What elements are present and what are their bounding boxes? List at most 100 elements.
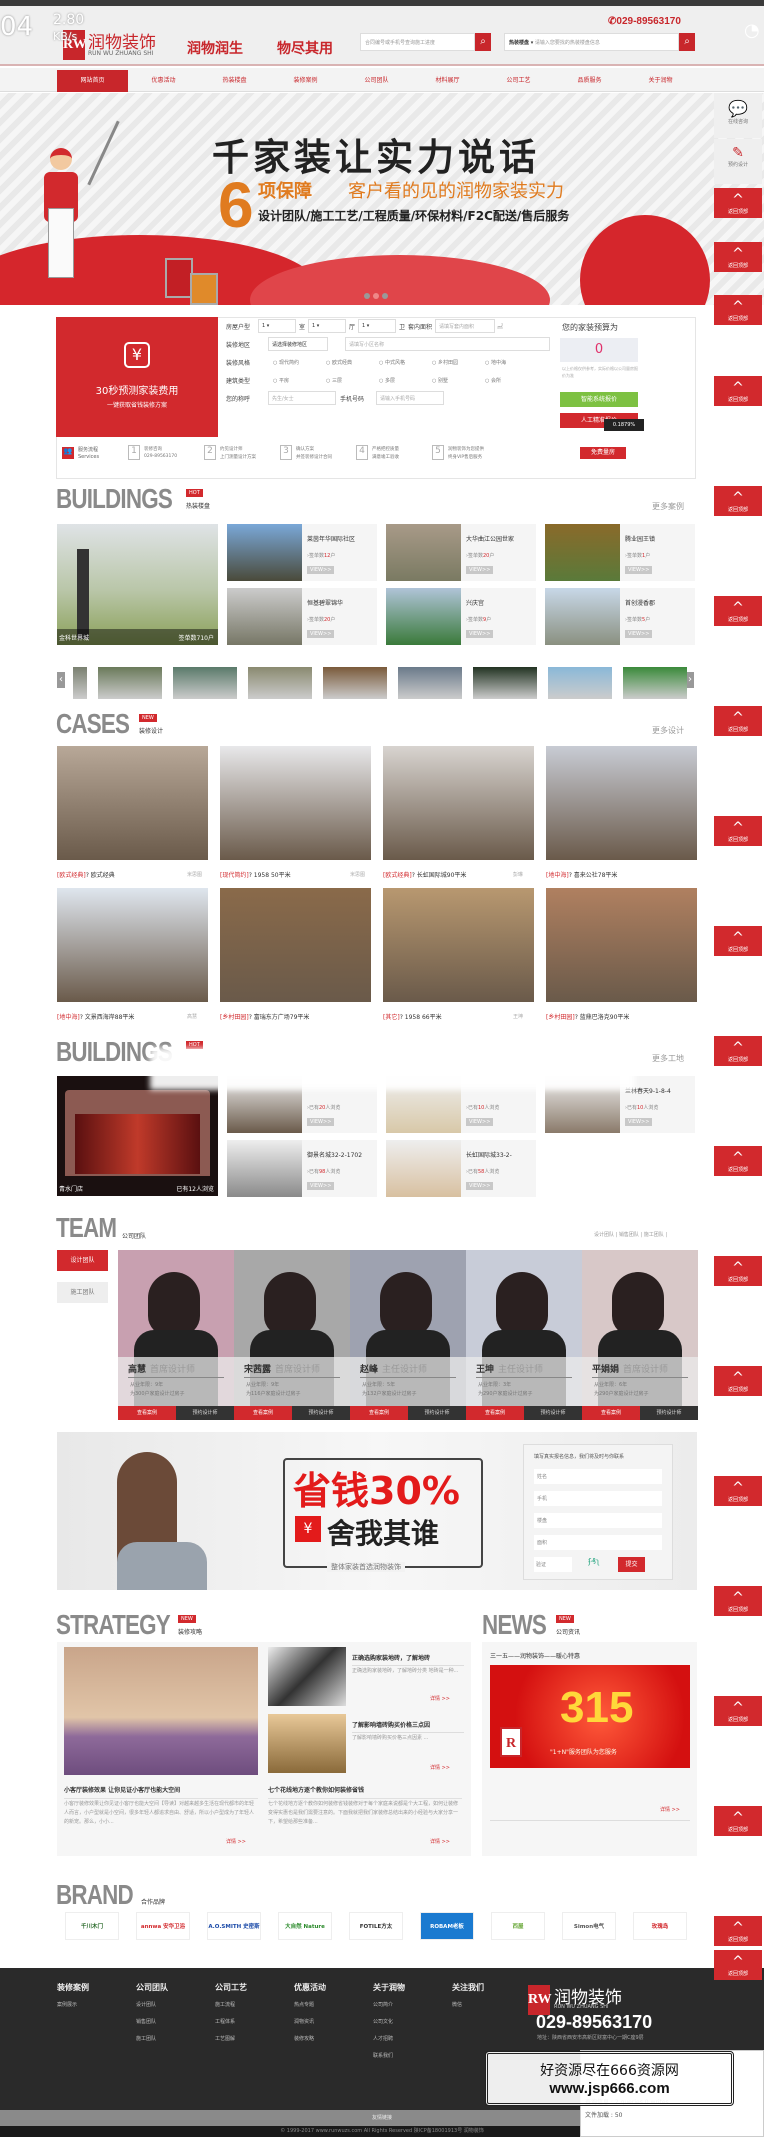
brand-logo[interactable]: 千川木门 — [65, 1912, 119, 1940]
back-to-top-button[interactable]: ^ 返回顶部 — [714, 596, 762, 626]
view-button[interactable]: VIEW>> — [466, 630, 494, 638]
area-input[interactable]: 请填写套内面积 — [435, 319, 495, 333]
view-button[interactable]: VIEW>> — [625, 566, 653, 574]
case-caption[interactable]: [乡村田园]? 蓝鼎巴洛克90平米 — [546, 1012, 629, 1021]
back-to-top-button[interactable]: ^ 返回顶部 — [714, 1146, 762, 1176]
progress-search-input[interactable]: 合同编号或手机号查询施工进度 — [360, 33, 475, 51]
style-radio[interactable]: ○ 地中海 — [485, 359, 506, 366]
back-to-top-button[interactable]: ^ 返回顶部 — [714, 816, 762, 846]
view-button[interactable]: VIEW>> — [625, 630, 653, 638]
case-caption[interactable]: [现代简约]? 1958 50平米 — [220, 870, 291, 879]
view-button[interactable]: VIEW>> — [466, 1118, 494, 1126]
view-button[interactable]: VIEW>> — [466, 566, 494, 574]
team-member-card[interactable]: 高慧 首席设计师 从业年限：9年 为300户家庭设计过房子 — [118, 1250, 234, 1406]
captcha-image[interactable]: ʄ₰ʅ — [579, 1557, 609, 1572]
detail-link[interactable]: 详情 >> — [430, 1695, 450, 1702]
brand-logo[interactable]: ROBAM老板 — [420, 1912, 474, 1940]
footer-link[interactable]: 润物资讯 — [294, 2018, 326, 2025]
back-to-top-button[interactable]: ^ 返回顶部 — [714, 1476, 762, 1506]
view-cases-button[interactable]: 查看案例 — [582, 1406, 640, 1420]
carousel-thumbnail[interactable] — [548, 667, 612, 699]
team-filter-link[interactable]: 销售团队 — [619, 1232, 639, 1238]
building-type-radio[interactable]: ○ 平房 — [273, 377, 289, 384]
team-member-card[interactable]: 王坤 主任设计师 从业年限：3年 为290户家庭设计过房子 — [466, 1250, 582, 1406]
featured-site-photo[interactable]: 青水门店 已有12人浏览 — [57, 1076, 218, 1196]
news-poster[interactable]: 315 "1+N"服务团队为您服务 R — [490, 1665, 690, 1768]
back-to-top-button[interactable]: ^ 返回顶部 — [714, 1256, 762, 1286]
case-photo[interactable] — [220, 746, 371, 860]
back-to-top-button[interactable]: ^ 返回顶部 — [714, 1696, 762, 1726]
carousel-thumbnail[interactable] — [623, 667, 687, 699]
nav-item[interactable]: 装修案例 — [270, 70, 341, 92]
book-designer-button[interactable]: 预约设计师 — [640, 1406, 698, 1420]
back-to-top-button[interactable]: ^ 返回顶部 — [714, 376, 762, 406]
free-measure-button[interactable]: 免费量房 — [580, 447, 626, 459]
carousel-thumbnail[interactable] — [248, 667, 312, 699]
view-cases-button[interactable]: 查看案例 — [118, 1406, 176, 1420]
brand-logo[interactable]: 大自然 Nature — [278, 1912, 332, 1940]
strategy-photo[interactable] — [268, 1714, 346, 1773]
submit-button[interactable]: 提交 — [618, 1557, 645, 1572]
strategy-main-photo[interactable] — [64, 1647, 258, 1775]
back-to-top-button[interactable]: ^ 返回顶部 — [714, 1916, 762, 1946]
nav-item[interactable]: 品质服务 — [554, 70, 625, 92]
news-headline[interactable]: 三一五——润物装饰——暖心特惠 — [490, 1651, 580, 1660]
team-filter-link[interactable]: 施工团队 — [644, 1232, 664, 1238]
building-category-select[interactable]: 热装楼盘 ▾ — [509, 40, 533, 46]
more-cases-link[interactable]: 更多设计 — [652, 725, 684, 736]
back-to-top-button[interactable]: ^ 返回顶部 — [714, 1806, 762, 1836]
footer-link[interactable]: 公司文化 — [373, 2018, 405, 2025]
building-card[interactable]: 首创漫香郡 ›签单数5户 VIEW>> — [545, 588, 695, 645]
case-caption[interactable]: [其它]? 1958 66平米 — [383, 1012, 442, 1021]
back-to-top-button[interactable]: ^ 返回顶部 — [714, 242, 762, 272]
footer-link[interactable]: 装修攻略 — [294, 2035, 326, 2042]
detail-link[interactable]: 详情 >> — [430, 1838, 450, 1845]
building-card[interactable]: 恒基碧翠锦华 ›签单数20户 VIEW>> — [227, 588, 377, 645]
signup-field-3[interactable]: 面积 — [534, 1535, 662, 1550]
case-caption[interactable]: [地中海]? 喜来公社78平米 — [546, 870, 617, 879]
promo-banner[interactable]: 省钱30% ¥ 舍我其谁 整体家装首选润物装饰 填写真实报名信息，我们将及时与你… — [57, 1432, 697, 1590]
carousel-next-button[interactable]: › — [686, 672, 694, 688]
view-button[interactable]: VIEW>> — [307, 1118, 335, 1126]
team-member-card[interactable]: 宋茜露 首席设计师 从业年限：9年 为116户家庭设计过房子 — [234, 1250, 350, 1406]
back-to-top-button[interactable]: ^ 返回顶部 — [714, 926, 762, 956]
carousel-thumbnail[interactable] — [98, 667, 162, 699]
nav-item[interactable]: 材料展厅 — [412, 70, 483, 92]
nav-item[interactable]: 热装楼盘 — [199, 70, 270, 92]
brand-logo[interactable]: 玫瑰岛 — [633, 1912, 687, 1940]
signup-field-1[interactable]: 手机 — [534, 1491, 662, 1506]
brand-logo[interactable]: annwa 安华卫浴 — [136, 1912, 190, 1940]
case-photo[interactable] — [546, 888, 697, 1002]
select-room[interactable]: 1 ▾ — [258, 319, 296, 333]
back-to-top-button[interactable]: ^ 返回顶部 — [714, 486, 762, 516]
community-input[interactable]: 请填写小区名称 — [345, 337, 550, 351]
more-sites-link[interactable]: 更多工地 — [652, 1053, 684, 1064]
view-cases-button[interactable]: 查看案例 — [466, 1406, 524, 1420]
carousel-thumbnail[interactable] — [473, 667, 537, 699]
hero-banner[interactable]: 千家装让实力说话 6 项保障 客户看的见的润物家装实力 设计团队/施工工艺/工程… — [0, 93, 764, 305]
strategy-second-title[interactable]: 七个花线地方逐个教你如何装修省钱 — [268, 1785, 462, 1799]
phone-input[interactable]: 请输入手机号码 — [376, 391, 444, 405]
case-photo[interactable] — [220, 888, 371, 1002]
case-caption[interactable]: [地中海]? 文景西海岸88平米 — [57, 1012, 134, 1021]
style-radio[interactable]: ○ 现代简约 — [273, 359, 299, 366]
nav-item[interactable]: 优惠活动 — [128, 70, 199, 92]
case-caption[interactable]: [乡村田园]? 富瑞东方广场79平米 — [220, 1012, 309, 1021]
building-card[interactable]: 兴庆宫 ›签单数9户 VIEW>> — [386, 588, 536, 645]
carousel-thumbnail[interactable] — [173, 667, 237, 699]
view-button[interactable]: VIEW>> — [466, 1182, 494, 1190]
team-side-tab[interactable]: 施工团队 — [57, 1282, 108, 1303]
carousel-thumbnail[interactable] — [398, 667, 462, 699]
footer-link[interactable]: 热点专题 — [294, 2001, 326, 2008]
region-select[interactable]: 请选择装修地区 — [268, 337, 328, 351]
strategy-item-title[interactable]: 正确选购家装地砖，了解地砖 — [352, 1653, 464, 1666]
building-type-radio[interactable]: ○ 别墅 — [432, 377, 448, 384]
brand-logo[interactable]: Simon电气 — [562, 1912, 616, 1940]
book-design-button[interactable]: ✎ 预约设计 — [714, 139, 762, 184]
view-button[interactable]: VIEW>> — [307, 630, 335, 638]
nav-item[interactable]: 关于润物 — [625, 70, 696, 92]
nav-item[interactable]: 公司工艺 — [483, 70, 554, 92]
team-filter-link[interactable]: 设计团队 — [594, 1232, 614, 1238]
detail-link[interactable]: 详情 >> — [226, 1838, 246, 1845]
search-icon[interactable]: ⌕ — [679, 33, 695, 51]
